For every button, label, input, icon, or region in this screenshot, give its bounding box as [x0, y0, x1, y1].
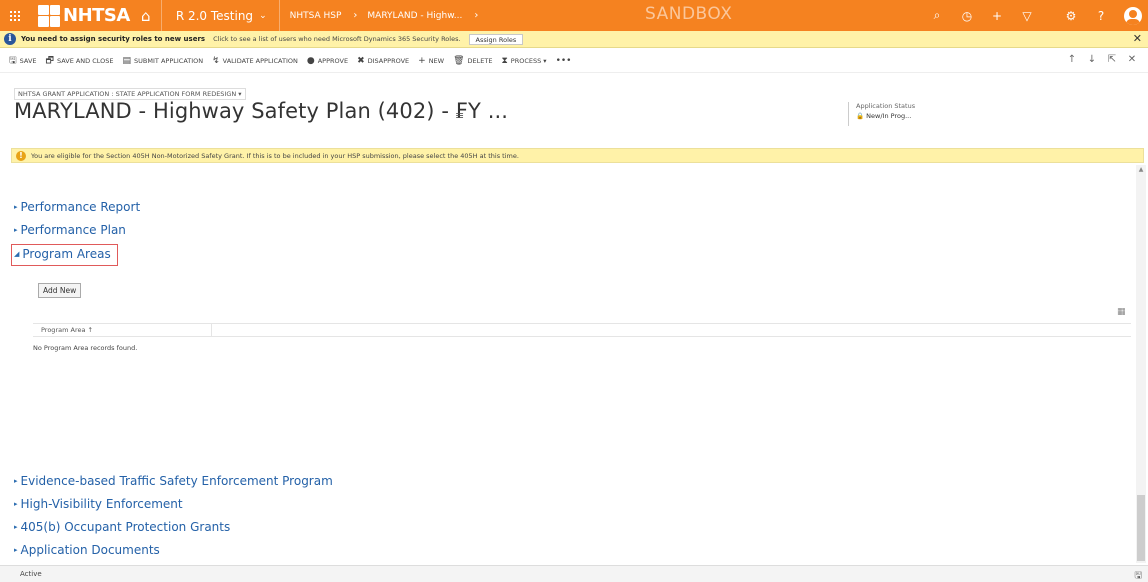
breadcrumb-area[interactable]: NHTSA HSP	[290, 11, 342, 21]
breadcrumb-record[interactable]: MARYLAND - Highw...	[367, 11, 462, 21]
save-and-close-button[interactable]: 🗗 SAVE AND CLOSE	[46, 53, 114, 69]
program-area-grid-header: Program Area ↑	[33, 323, 1131, 337]
notification-text[interactable]: Click to see a list of users who need Mi…	[213, 35, 460, 43]
expand-icon: ▸	[14, 500, 18, 508]
command-bar: 🖫 SAVE 🗗 SAVE AND CLOSE ▤ SUBMIT APPLICATION ↯…	[0, 49, 1148, 73]
recent-icon[interactable]: ◷	[952, 9, 982, 23]
warning-icon: !	[16, 150, 26, 161]
section-program-areas[interactable]: ◢ Program Areas	[11, 244, 118, 266]
process-button[interactable]: ⧗ PROCESS ▾	[501, 56, 546, 66]
lock-icon: 🔒	[856, 112, 865, 120]
section-high-visibility-enforcement[interactable]: ▸ High-Visibility Enforcement	[14, 497, 183, 511]
section-performance-report[interactable]: ▸ Performance Report	[14, 200, 140, 214]
expand-icon: ▸	[14, 477, 18, 485]
title-menu-icon[interactable]: ≡	[455, 109, 464, 122]
nhtsa-logo: NHTSA	[30, 0, 130, 31]
process-icon: ⧗	[501, 55, 508, 66]
approve-icon: ●	[306, 55, 315, 66]
application-status: Application Status 🔒 New/In Prog...	[848, 102, 915, 126]
status-label: Application Status	[856, 102, 916, 110]
new-icon: +	[418, 55, 426, 66]
save-button[interactable]: 🖫 SAVE	[9, 53, 37, 69]
close-icon[interactable]: ✕	[1133, 32, 1142, 45]
column-program-area[interactable]: Program Area ↑	[41, 326, 93, 334]
environment-name[interactable]: R 2.0 Testing	[176, 9, 253, 23]
validate-application-button[interactable]: ↯ VALIDATE APPLICATION	[212, 56, 298, 66]
notification-title: You need to assign security roles to new…	[21, 35, 206, 43]
eligibility-text: You are eligible for the Section 405H No…	[31, 151, 519, 160]
search-icon[interactable]: ⌕	[922, 8, 952, 23]
scroll-up-icon[interactable]: ▲	[1136, 166, 1146, 173]
status-value: New/In Prog...	[866, 112, 912, 120]
delete-icon: 🗑	[453, 55, 465, 66]
scrollbar-thumb[interactable]	[1137, 495, 1145, 561]
submit-application-button[interactable]: ▤ SUBMIT APPLICATION	[123, 56, 204, 66]
avatar[interactable]	[1124, 6, 1142, 25]
expand-icon: ▸	[14, 203, 18, 211]
expand-icon: ▸	[14, 546, 18, 554]
disapprove-icon: ✖	[357, 55, 365, 66]
sandbox-label: SANDBOX	[645, 4, 733, 24]
arrow-down-icon[interactable]: ↓	[1082, 54, 1102, 65]
section-405b-occupant-protection[interactable]: ▸ 405(b) Occupant Protection Grants	[14, 520, 230, 534]
section-application-documents[interactable]: ▸ Application Documents	[14, 543, 160, 557]
expand-icon: ▸	[14, 226, 18, 234]
section-performance-plan[interactable]: ▸ Performance Plan	[14, 223, 126, 237]
assign-roles-button[interactable]: Assign Roles	[468, 33, 524, 45]
page-title: MARYLAND - Highway Safety Plan (402) - F…	[14, 99, 509, 123]
more-button[interactable]: •••	[556, 56, 575, 66]
app-launcher-icon[interactable]	[0, 0, 30, 31]
pop-out-icon[interactable]: ⇱	[1102, 54, 1122, 65]
home-icon[interactable]: ⌂	[137, 7, 155, 25]
disapprove-button[interactable]: ✖ DISAPPROVE	[357, 56, 409, 66]
footer-save-icon[interactable]: 🖫	[1134, 568, 1142, 582]
eligibility-banner: ! You are eligible for the Section 405H …	[11, 148, 1144, 163]
record-status: Active	[20, 570, 42, 578]
help-icon[interactable]: ?	[1086, 9, 1116, 23]
filter-icon[interactable]: ▽	[1012, 9, 1042, 23]
new-button[interactable]: + NEW	[418, 56, 444, 66]
expand-icon: ▸	[14, 523, 18, 531]
approve-button[interactable]: ● APPROVE	[307, 56, 348, 66]
arrow-up-icon[interactable]: ↑	[1062, 54, 1082, 65]
chevron-down-icon[interactable]: ⌄	[259, 11, 267, 21]
section-evidence-based-enforcement[interactable]: ▸ Evidence-based Traffic Safety Enforcem…	[14, 474, 333, 488]
status-footer: Active 🖫	[0, 565, 1148, 582]
breadcrumb-expand-icon[interactable]: ›	[474, 10, 478, 21]
breadcrumb-separator-icon: ›	[353, 10, 358, 21]
delete-button[interactable]: 🗑 DELETE	[453, 56, 492, 66]
collapse-icon: ◢	[14, 250, 20, 258]
validate-icon: ↯	[212, 55, 220, 66]
save-close-icon: 🗗	[45, 55, 54, 66]
grid-empty-message: No Program Area records found.	[33, 344, 138, 352]
gear-icon[interactable]: ⚙	[1056, 9, 1086, 23]
more-icon: •••	[555, 55, 572, 66]
notification-bar: i You need to assign security roles to n…	[0, 31, 1148, 48]
grid-view-icon[interactable]: ▦	[1117, 307, 1126, 317]
submit-icon: ▤	[122, 55, 132, 66]
close-form-icon[interactable]: ✕	[1122, 54, 1142, 65]
logo-mark-icon	[38, 4, 60, 27]
add-new-button[interactable]: Add New	[38, 283, 82, 298]
top-navigation-bar: NHTSA ⌂ R 2.0 Testing ⌄ NHTSA HSP › MARY…	[0, 0, 1148, 31]
info-icon: i	[4, 33, 16, 45]
save-icon: 🖫	[9, 55, 17, 66]
create-icon[interactable]: +	[982, 9, 1012, 23]
